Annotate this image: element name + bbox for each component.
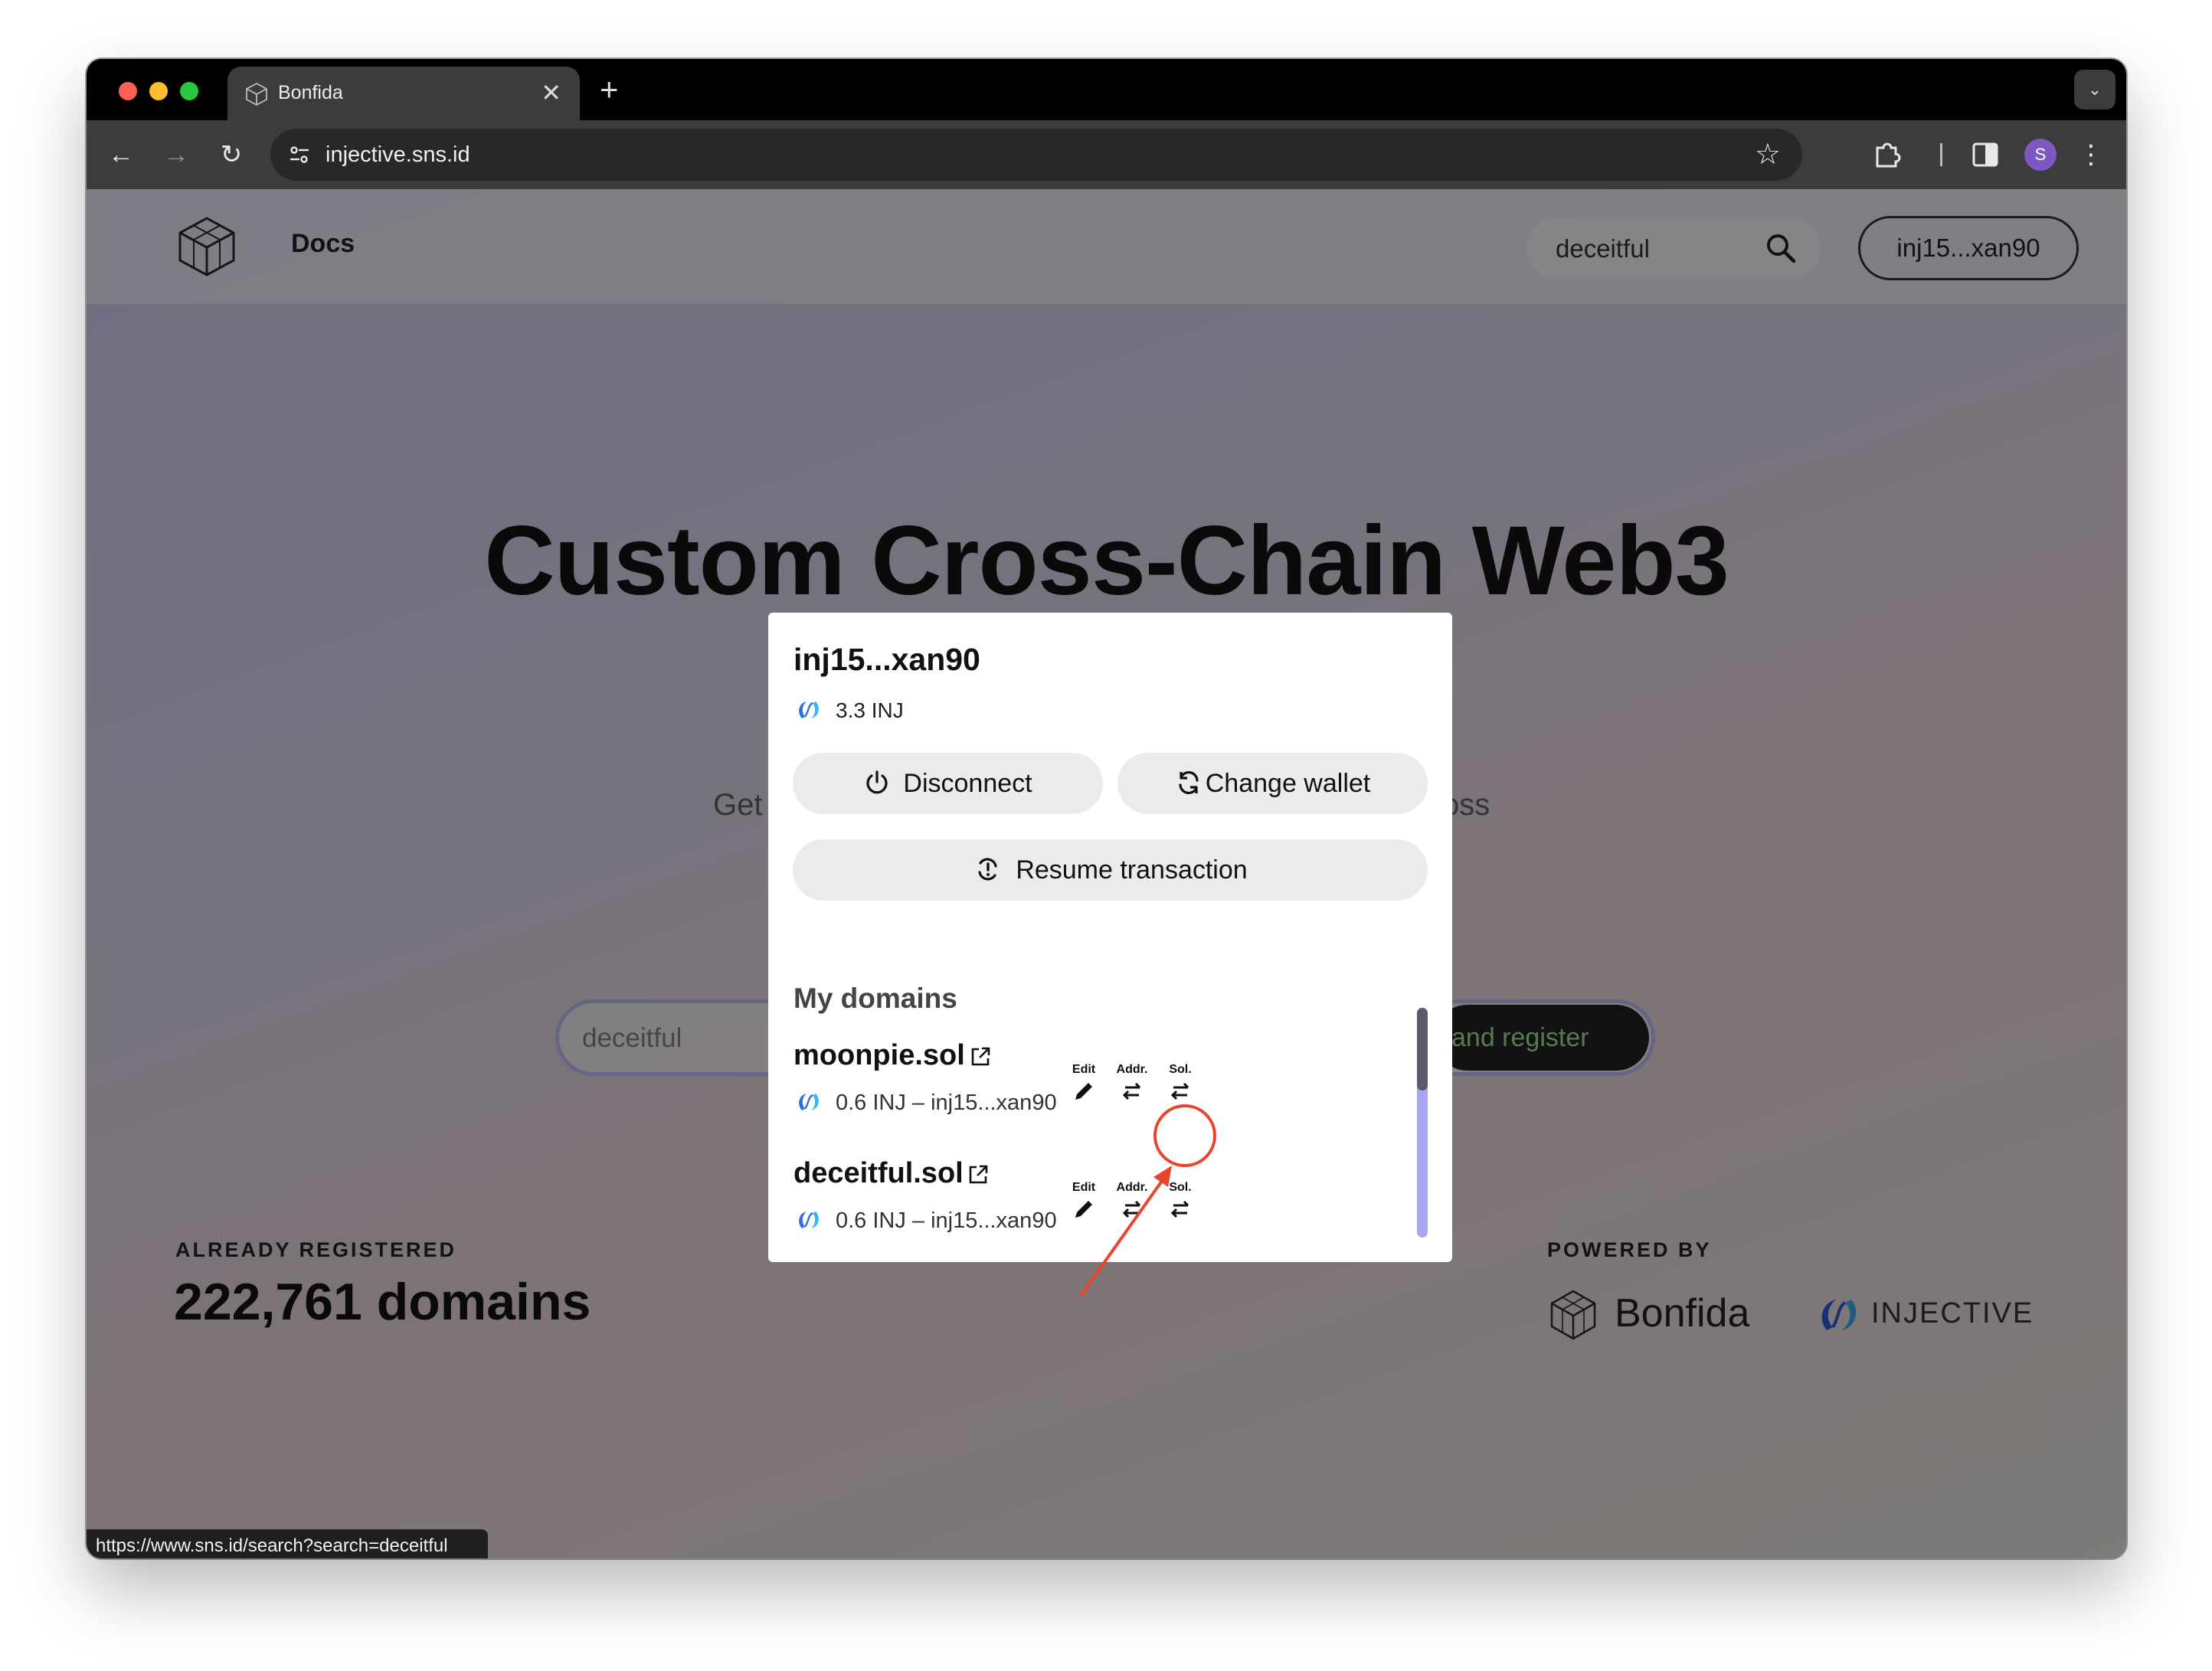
transfer-sol-button[interactable]: Sol.	[1157, 1063, 1203, 1104]
injective-token-icon	[799, 1212, 819, 1228]
extensions-puzzle-icon[interactable]	[1871, 139, 1903, 171]
maximize-window-button[interactable]	[180, 82, 198, 100]
edit-label: Edit	[1072, 1063, 1096, 1076]
back-arrow-icon[interactable]: ←	[103, 137, 139, 172]
resume-transaction-label: Resume transaction	[1016, 855, 1248, 885]
domains-scrollbar-thumb[interactable]	[1417, 1008, 1428, 1091]
my-domains-heading: My domains	[794, 983, 957, 1014]
external-link-icon[interactable]	[969, 1045, 992, 1068]
disconnect-label: Disconnect	[903, 769, 1032, 798]
modal-wallet-address: inj15...xan90	[794, 642, 980, 677]
new-tab-button[interactable]: +	[600, 71, 619, 108]
wallet-modal: inj15...xan90 3.3 INJ Disconnect Change …	[768, 613, 1452, 1262]
tab-search-chevron-icon[interactable]: ⌄	[2074, 70, 2115, 110]
pencil-icon	[1075, 1083, 1092, 1100]
close-window-button[interactable]	[119, 82, 137, 100]
reload-icon[interactable]: ↻	[214, 137, 249, 172]
resume-sync-icon	[978, 858, 997, 881]
change-wallet-button[interactable]: Change wallet	[1117, 753, 1428, 814]
transfer-addr-button[interactable]: Addr.	[1109, 1063, 1155, 1104]
sol-label: Sol.	[1169, 1063, 1192, 1076]
transfer-addr-button[interactable]: Addr.	[1109, 1181, 1155, 1222]
profile-avatar[interactable]: S	[2024, 139, 2057, 171]
edit-label: Edit	[1072, 1181, 1096, 1194]
external-link-icon[interactable]	[967, 1163, 990, 1186]
address-bar[interactable]: injective.sns.id ☆	[270, 129, 1802, 181]
domain-price-owner: 0.6 INJ – inj15...xan90	[836, 1091, 1057, 1115]
edit-button[interactable]: Edit	[1061, 1181, 1107, 1222]
swap-arrows-icon	[1122, 1082, 1141, 1100]
injective-token-icon	[799, 701, 819, 718]
toolbar-divider	[1940, 143, 1942, 166]
domain-name-link[interactable]: deceitful.sol	[794, 1157, 964, 1190]
browser-toolbar: ← → ↻ injective.sns.id ☆ S ⋮	[87, 120, 2126, 189]
status-bar-url: https://www.sns.id/search?search=deceitf…	[87, 1529, 488, 1558]
swap-arrows-icon	[1170, 1082, 1189, 1100]
minimize-window-button[interactable]	[149, 82, 168, 100]
tab-strip: Bonfida ✕ + ⌄	[87, 59, 2126, 120]
browser-menu-icon[interactable]: ⋮	[2078, 137, 2104, 172]
refresh-icon	[1179, 770, 1199, 795]
transfer-sol-button[interactable]: Sol.	[1157, 1181, 1203, 1222]
side-panel-icon[interactable]	[1969, 139, 2001, 171]
addr-label: Addr.	[1116, 1063, 1148, 1076]
swap-arrows-icon	[1122, 1200, 1141, 1218]
pencil-icon	[1075, 1201, 1092, 1218]
addr-label: Addr.	[1116, 1181, 1148, 1194]
resume-transaction-button[interactable]: Resume transaction	[793, 839, 1428, 901]
domain-name-link[interactable]: moonpie.sol	[794, 1039, 965, 1072]
browser-tab[interactable]: Bonfida ✕	[227, 67, 580, 120]
web-page: Docs deceitful inj15...xan90 Custom Cros…	[87, 189, 2126, 1558]
browser-window: Bonfida ✕ + ⌄ ← → ↻ injective.sns.id ☆ S	[87, 59, 2126, 1558]
domain-price-owner: 0.6 INJ – inj15...xan90	[836, 1208, 1057, 1233]
forward-arrow-icon[interactable]: →	[159, 137, 194, 172]
bookmark-star-icon[interactable]: ☆	[1755, 136, 1781, 173]
disconnect-button[interactable]: Disconnect	[793, 753, 1103, 814]
sol-label: Sol.	[1169, 1181, 1192, 1194]
site-settings-icon[interactable]	[287, 142, 312, 167]
injective-token-icon	[799, 1094, 819, 1110]
swap-arrows-icon	[1170, 1200, 1189, 1218]
close-tab-icon[interactable]: ✕	[541, 77, 561, 108]
wallet-balance: 3.3 INJ	[836, 698, 904, 722]
change-wallet-label: Change wallet	[1205, 769, 1371, 798]
power-icon	[866, 770, 888, 794]
url-text: injective.sns.id	[326, 142, 470, 167]
bonfida-favicon-icon	[246, 82, 267, 106]
edit-button[interactable]: Edit	[1061, 1063, 1107, 1104]
tab-title: Bonfida	[278, 82, 343, 103]
